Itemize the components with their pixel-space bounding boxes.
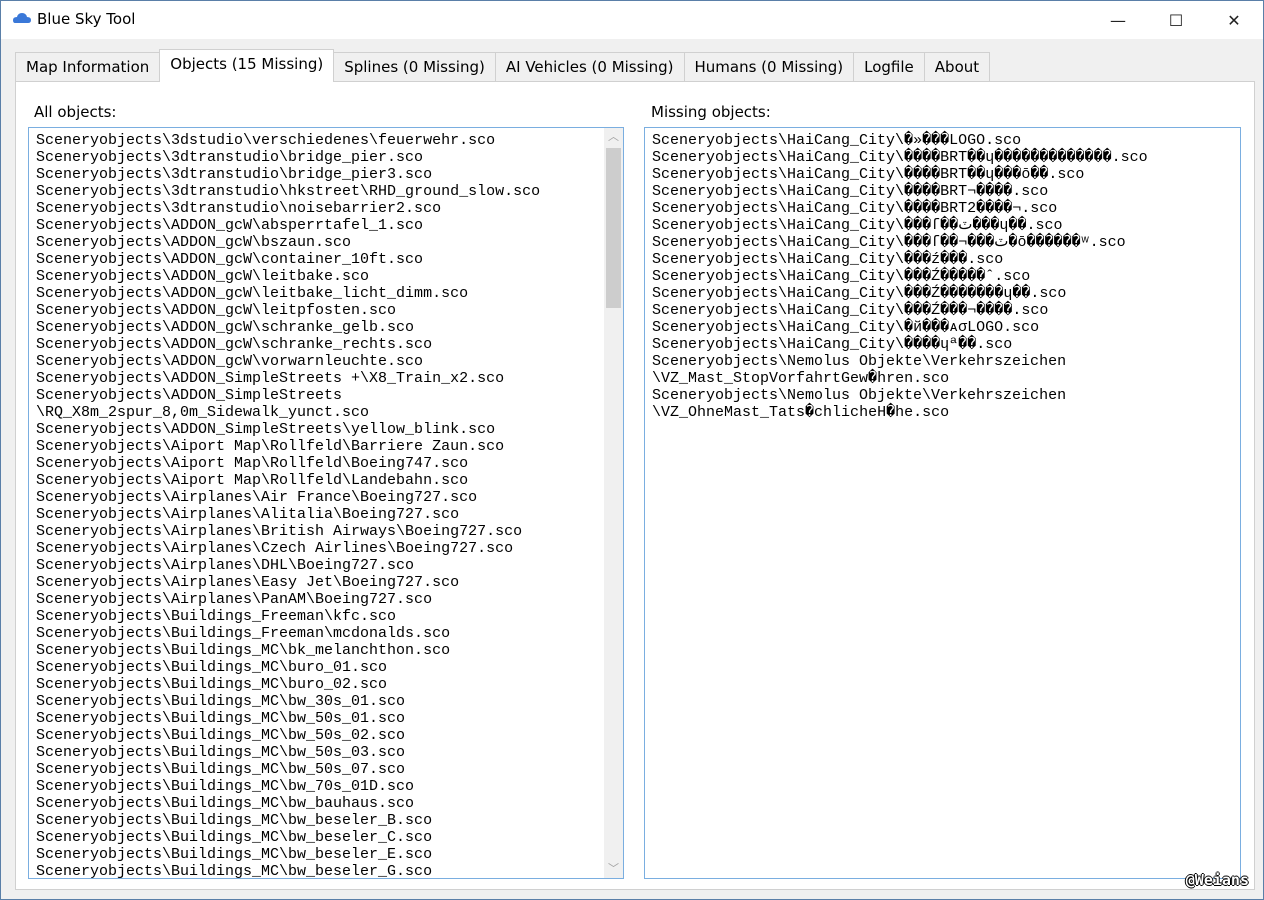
list-item[interactable]: Sceneryobjects​\Airplanes​\Czech Airline… [36,540,605,557]
list-item[interactable]: Sceneryobjects​\Aiport Map​\Rollfeld​\La… [36,472,605,489]
tab-humans[interactable]: Humans (0 Missing) [683,52,855,82]
list-item[interactable]: Sceneryobjects​\ADDON_gcW​\leitbake.sco [36,268,605,285]
list-item[interactable]: Sceneryobjects​\3dstudio​\verschiedenes​… [36,132,605,149]
list-item[interactable]: Sceneryobjects​\Buildings_MC​\bw_beseler… [36,829,605,846]
list-item[interactable]: Sceneryobjects​\HaiCang_City​\���ſ��¬���… [652,234,1235,251]
list-item[interactable]: Sceneryobjects​\Buildings_MC​\bw_beseler… [36,812,605,829]
list-item[interactable]: Sceneryobjects​\Aiport Map​\Rollfeld​\Bo… [36,455,605,472]
list-item[interactable]: Sceneryobjects​\ADDON_gcW​\leitpfosten.s… [36,302,605,319]
list-item[interactable]: Sceneryobjects​\Buildings_MC​\bw_beseler… [36,863,605,878]
maximize-button[interactable]: ☐ [1147,1,1205,39]
list-item[interactable]: Sceneryobjects​\Aiport Map​\Rollfeld​\Ba… [36,438,605,455]
list-item[interactable]: Sceneryobjects​\Buildings_MC​\bw_30s_01.… [36,693,605,710]
list-item[interactable]: Sceneryobjects​\Airplanes​\DHL​\Boeing72… [36,557,605,574]
list-item[interactable]: Sceneryobjects​\ADDON_gcW​\leitbake_lich… [36,285,605,302]
missing-objects-label: Missing objects: [651,103,771,121]
list-item[interactable]: Sceneryobjects​\HaiCang_City​\���ſ��ٽ���… [652,217,1235,234]
list-item[interactable]: Sceneryobjects​\Buildings_Freeman​\mcdon… [36,625,605,642]
list-item[interactable]: Sceneryobjects​\3dtranstudio​\bridge_pie… [36,166,605,183]
list-item[interactable]: Sceneryobjects​\HaiCang_City​\���Ź������… [652,285,1235,302]
list-item[interactable]: Sceneryobjects​\3dtranstudio​\bridge_pie… [36,149,605,166]
list-item[interactable]: Sceneryobjects​\Buildings_Freeman​\kfc.s… [36,608,605,625]
all-objects-label: All objects: [34,103,117,121]
tab-map-information[interactable]: Map Information [15,52,161,82]
watermark: @Weians [1185,871,1249,889]
list-item[interactable]: Sceneryobjects​\ADDON_SimpleStreets +​\X… [36,370,605,387]
objects-panel: All objects: Sceneryobjects​\3dstudio​\v… [15,81,1255,890]
list-item[interactable]: Sceneryobjects​\HaiCang_City​\����BRT¬��… [652,183,1235,200]
list-item[interactable]: Sceneryobjects​\Airplanes​\Alitalia​\Boe… [36,506,605,523]
list-item[interactable]: Sceneryobjects​\Buildings_MC​\buro_01.sc… [36,659,605,676]
list-item[interactable]: Sceneryobjects​\HaiCang_City​\���Ź���¬��… [652,302,1235,319]
tab-logfile[interactable]: Logfile [853,52,925,82]
close-button[interactable]: ✕ [1205,1,1263,39]
list-item[interactable]: Sceneryobjects​\HaiCang_City​\����ɥª��.s… [652,336,1235,353]
list-item[interactable]: Sceneryobjects​\Buildings_MC​\bw_bauhaus… [36,795,605,812]
list-item[interactable]: Sceneryobjects​\HaiCang_City​\���ź���.sc… [652,251,1235,268]
scroll-thumb[interactable] [606,148,621,308]
list-item[interactable]: Sceneryobjects​\ADDON_gcW​\schranke_rech… [36,336,605,353]
cloud-icon [13,13,31,23]
list-item[interactable]: Sceneryobjects​\Nemolus Objekte​\Verkehr… [652,387,1235,421]
list-item[interactable]: Sceneryobjects​\Airplanes​\Easy Jet​\Boe… [36,574,605,591]
list-item[interactable]: Sceneryobjects​\Buildings_MC​\buro_02.sc… [36,676,605,693]
list-item[interactable]: Sceneryobjects​\Buildings_MC​\bw_beseler… [36,846,605,863]
list-item[interactable]: Sceneryobjects​\Buildings_MC​\bw_50s_01.… [36,710,605,727]
list-item[interactable]: Sceneryobjects​\Buildings_MC​\bw_50s_03.… [36,744,605,761]
list-item[interactable]: Sceneryobjects​\3dtranstudio​\noisebarri… [36,200,605,217]
list-item[interactable]: Sceneryobjects​\Buildings_MC​\bk_melanch… [36,642,605,659]
tab-splines[interactable]: Splines (0 Missing) [333,52,496,82]
missing-objects-list[interactable]: Sceneryobjects​\HaiCang_City​\�»���LOGO.… [644,127,1241,879]
list-item[interactable]: Sceneryobjects​\Nemolus Objekte​\Verkehr… [652,353,1235,387]
minimize-button[interactable]: — [1089,1,1147,39]
title-bar: Blue Sky Tool — ☐ ✕ [1,1,1263,39]
list-item[interactable]: Sceneryobjects​\Buildings_MC​\bw_50s_02.… [36,727,605,744]
scroll-down-icon[interactable]: ﹀ [604,860,623,878]
scroll-up-icon[interactable]: ︿ [604,128,623,146]
list-item[interactable]: Sceneryobjects​\ADDON_gcW​\schranke_gelb… [36,319,605,336]
list-item[interactable]: Sceneryobjects​\Buildings_MC​\bw_50s_07.… [36,761,605,778]
list-item[interactable]: Sceneryobjects​\HaiCang_City​\����BRT��ɥ… [652,166,1235,183]
list-item[interactable]: Sceneryobjects​\3dtranstudio​\hkstreet​\… [36,183,605,200]
list-item[interactable]: Sceneryobjects​\ADDON_SimpleStreets​\RQ_… [36,387,605,421]
tab-about[interactable]: About [923,52,991,82]
tab-ai-vehicles[interactable]: AI Vehicles (0 Missing) [494,52,685,82]
list-item[interactable]: Sceneryobjects​\Airplanes​\PanAM​\Boeing… [36,591,605,608]
list-item[interactable]: Sceneryobjects​\ADDON_gcW​\vorwarnleucht… [36,353,605,370]
list-item[interactable]: Sceneryobjects​\ADDON_gcW​\bszaun.sco [36,234,605,251]
window-title: Blue Sky Tool [37,10,136,28]
tab-objects[interactable]: Objects (15 Missing) [159,49,335,82]
list-item[interactable]: Sceneryobjects​\HaiCang_City​\����BRT2��… [652,200,1235,217]
list-item[interactable]: Sceneryobjects​\HaiCang_City​\����BRT��ɥ… [652,149,1235,166]
list-item[interactable]: Sceneryobjects​\Buildings_MC​\bw_70s_01D… [36,778,605,795]
list-item[interactable]: Sceneryobjects​\ADDON_SimpleStreets​\yel… [36,421,605,438]
list-item[interactable]: Sceneryobjects​\ADDON_gcW​\container_10f… [36,251,605,268]
list-item[interactable]: Sceneryobjects​\Airplanes​\Air France​\B… [36,489,605,506]
list-item[interactable]: Sceneryobjects​\Airplanes​\British Airwa… [36,523,605,540]
list-item[interactable]: Sceneryobjects​\ADDON_gcW​\absperrtafel_… [36,217,605,234]
all-objects-list[interactable]: Sceneryobjects​\3dstudio​\verschiedenes​… [28,127,624,879]
list-item[interactable]: Sceneryobjects​\HaiCang_City​\�й���ᴀσLOG… [652,319,1235,336]
tab-bar: Map Information Objects (15 Missing) Spl… [15,49,991,82]
list-item[interactable]: Sceneryobjects​\HaiCang_City​\�»���LOGO.… [652,132,1235,149]
list-item[interactable]: Sceneryobjects​\HaiCang_City​\���Ź�����ˆ… [652,268,1235,285]
scrollbar[interactable]: ︿ ﹀ [604,128,623,878]
